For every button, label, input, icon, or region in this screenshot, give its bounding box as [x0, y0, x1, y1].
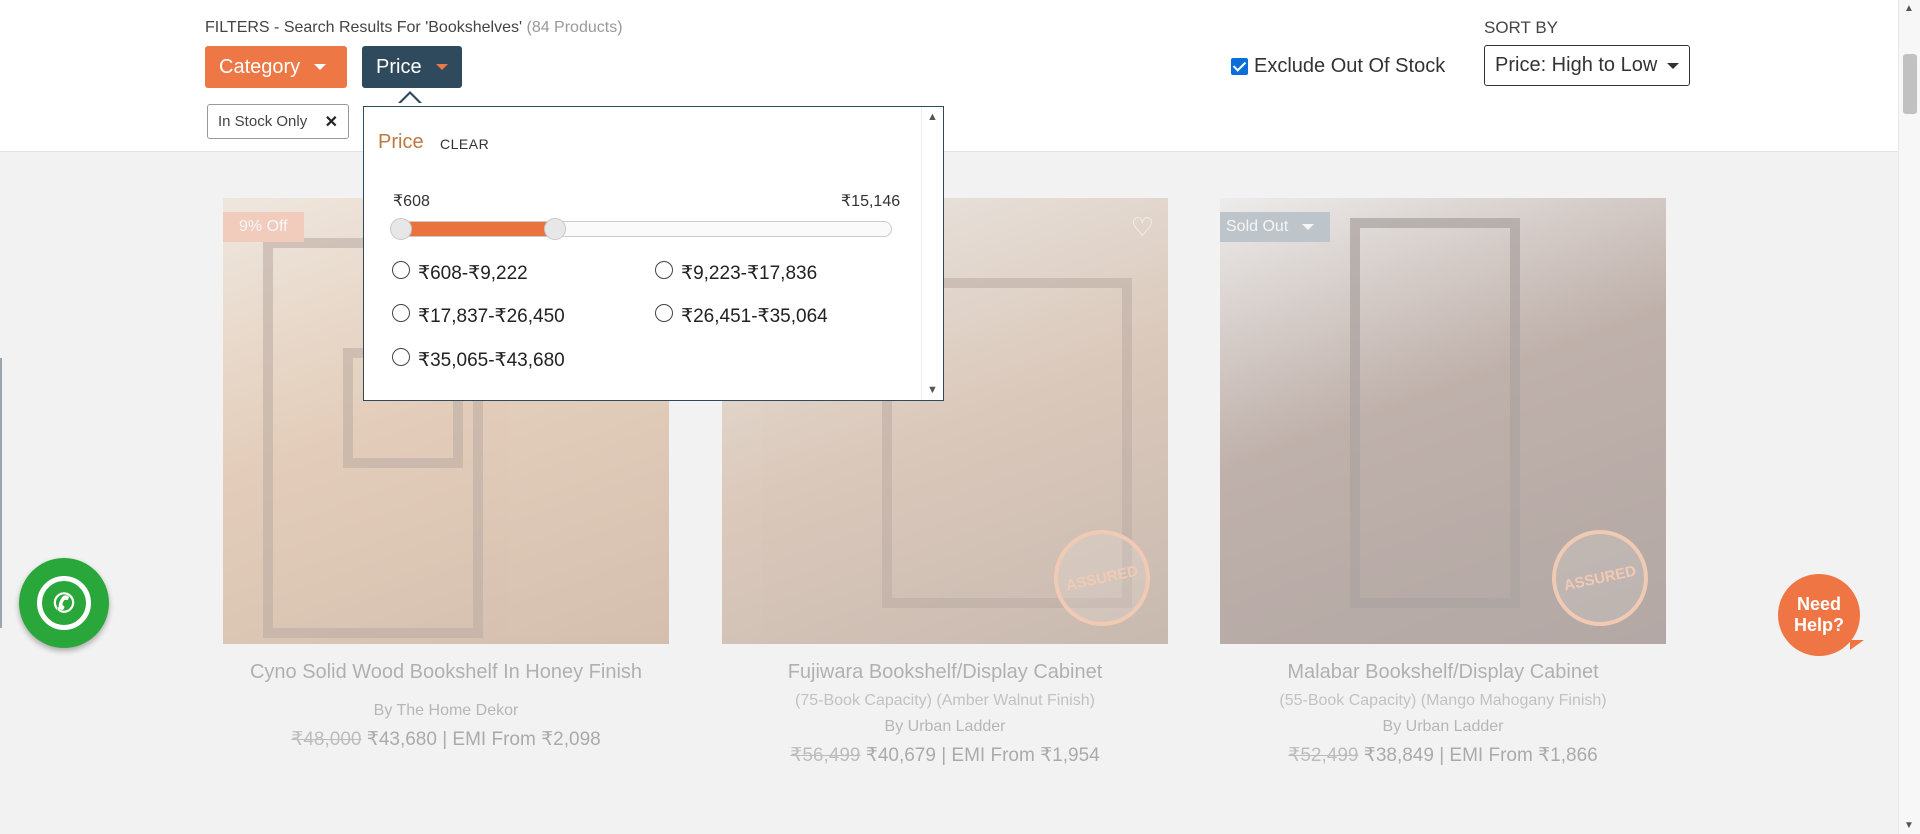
price-range-min: ₹608 — [393, 193, 430, 210]
caret-down-icon — [1667, 62, 1679, 69]
price-option-radio[interactable] — [392, 260, 410, 279]
product-sale-price: ₹43,680 — [366, 729, 437, 750]
product-title[interactable]: Malabar Bookshelf/Display Cabinet — [1220, 660, 1666, 684]
price-slider-fill — [394, 222, 557, 236]
scroll-up-arrow-icon[interactable]: ▲ — [1904, 3, 1914, 14]
product-title[interactable]: Fujiwara Bookshelf/Display Cabinet — [722, 660, 1168, 684]
need-help-label: Need Help? — [1793, 594, 1844, 635]
price-option-label: ₹35,065-₹43,680 — [418, 350, 565, 371]
price-range-max: ₹15,146 — [841, 193, 901, 210]
product-emi: | EMI From ₹2,098 — [442, 729, 601, 750]
price-panel-title: Price — [378, 131, 424, 153]
product-brand[interactable]: By The Home Dekor — [223, 702, 669, 720]
filter-header: FILTERS - Search Results For 'Bookshelve… — [0, 0, 1898, 152]
caret-down-icon — [435, 64, 448, 70]
product-emi: | EMI From ₹1,866 — [1439, 745, 1598, 766]
product-price: ₹48,000 ₹43,680 | EMI From ₹2,098 — [223, 728, 669, 751]
sold-out-badge[interactable]: Sold Out — [1220, 212, 1331, 242]
product-image[interactable]: Sold Out ASSURED — [1220, 198, 1666, 644]
close-icon[interactable]: ✕ — [325, 112, 338, 132]
need-help-button[interactable]: Need Help? — [1778, 574, 1864, 656]
scroll-up-arrow-icon[interactable]: ▲ — [927, 111, 938, 123]
product-sale-price: ₹38,849 — [1363, 745, 1434, 766]
caret-down-icon — [1302, 224, 1315, 230]
active-filter-chip[interactable]: In Stock Only ✕ — [207, 104, 349, 139]
category-filter-button[interactable]: Category — [205, 46, 347, 88]
price-option-5[interactable]: ₹35,065-₹43,680 — [392, 347, 565, 372]
scroll-down-arrow-icon[interactable]: ▼ — [927, 384, 938, 396]
price-option-1[interactable]: ₹608-₹9,222 — [392, 260, 528, 285]
scrollbar-thumb[interactable] — [1903, 54, 1917, 114]
price-option-3[interactable]: ₹17,837-₹26,450 — [392, 303, 565, 328]
page-scrollbar[interactable]: ▲ ▼ — [1898, 0, 1920, 834]
product-subtitle: (75-Book Capacity) (Amber Walnut Finish) — [795, 692, 1095, 709]
caret-down-icon — [314, 64, 327, 70]
scroll-down-arrow-icon[interactable]: ▼ — [1904, 820, 1914, 831]
whatsapp-button[interactable]: ✆ — [19, 558, 109, 648]
heart-icon[interactable]: ♡ — [1131, 212, 1154, 243]
product-count: (84 Products) — [526, 19, 623, 36]
product-brand[interactable]: By Urban Ladder — [1220, 718, 1666, 736]
sort-select-value: Price: High to Low — [1495, 54, 1658, 76]
product-mrp: ₹52,499 — [1288, 745, 1359, 766]
assured-seal: ASSURED — [1543, 521, 1657, 635]
product-price: ₹52,499 ₹38,849 | EMI From ₹1,866 — [1220, 744, 1666, 767]
category-button-label: Category — [219, 55, 301, 78]
price-option-4[interactable]: ₹26,451-₹35,064 — [655, 303, 828, 328]
product-mrp: ₹56,499 — [790, 745, 861, 766]
price-option-label: ₹9,223-₹17,836 — [681, 263, 818, 284]
price-slider-max-handle[interactable] — [544, 218, 567, 240]
price-button-label: Price — [376, 55, 422, 78]
price-option-radio[interactable] — [392, 347, 410, 366]
exclude-out-of-stock-toggle[interactable]: Exclude Out Of Stock — [1231, 55, 1445, 78]
filters-title: FILTERS - Search Results For 'Bookshelve… — [205, 19, 623, 37]
product-card[interactable]: Sold Out ASSURED Malabar Bookshelf/Displ… — [1220, 198, 1666, 767]
product-mrp: ₹48,000 — [291, 729, 362, 750]
exclude-out-of-stock-checkbox[interactable] — [1231, 58, 1248, 75]
filters-title-text: FILTERS - Search Results For 'Bookshelve… — [205, 19, 523, 36]
price-filter-panel: Price CLEAR ₹608 ₹15,146 ₹608-₹9,222 ₹9,… — [363, 106, 944, 401]
sort-select[interactable]: Price: High to Low — [1484, 45, 1690, 86]
discount-badge: 9% Off — [223, 212, 304, 242]
price-option-radio[interactable] — [392, 303, 410, 322]
price-option-radio[interactable] — [655, 260, 673, 279]
price-clear-button[interactable]: CLEAR — [440, 136, 489, 152]
sold-out-label: Sold Out — [1226, 218, 1289, 235]
price-option-label: ₹608-₹9,222 — [418, 263, 528, 284]
sort-by-label: SORT BY — [1484, 18, 1559, 37]
price-panel-scrollbar[interactable]: ▲ ▼ — [921, 107, 943, 400]
product-price: ₹56,499 ₹40,679 | EMI From ₹1,954 — [722, 744, 1168, 767]
exclude-out-of-stock-label: Exclude Out Of Stock — [1254, 55, 1446, 77]
product-sale-price: ₹40,679 — [865, 745, 936, 766]
price-slider-track[interactable] — [393, 221, 892, 237]
left-edge-tab — [0, 358, 2, 628]
price-panel-pointer-inner — [400, 94, 420, 104]
product-subtitle: (55-Book Capacity) (Mango Mahogany Finis… — [1279, 692, 1607, 709]
price-option-radio[interactable] — [655, 303, 673, 322]
product-title[interactable]: Cyno Solid Wood Bookshelf In Honey Finis… — [223, 660, 669, 684]
price-slider-min-handle[interactable] — [390, 218, 412, 240]
product-brand[interactable]: By Urban Ladder — [722, 718, 1168, 736]
product-emi: | EMI From ₹1,954 — [941, 745, 1100, 766]
price-filter-button[interactable]: Price — [362, 46, 462, 88]
chip-label: In Stock Only — [218, 113, 308, 130]
price-option-label: ₹26,451-₹35,064 — [681, 306, 828, 327]
price-option-2[interactable]: ₹9,223-₹17,836 — [655, 260, 818, 285]
whatsapp-icon: ✆ — [37, 576, 91, 630]
price-option-label: ₹17,837-₹26,450 — [418, 306, 565, 327]
